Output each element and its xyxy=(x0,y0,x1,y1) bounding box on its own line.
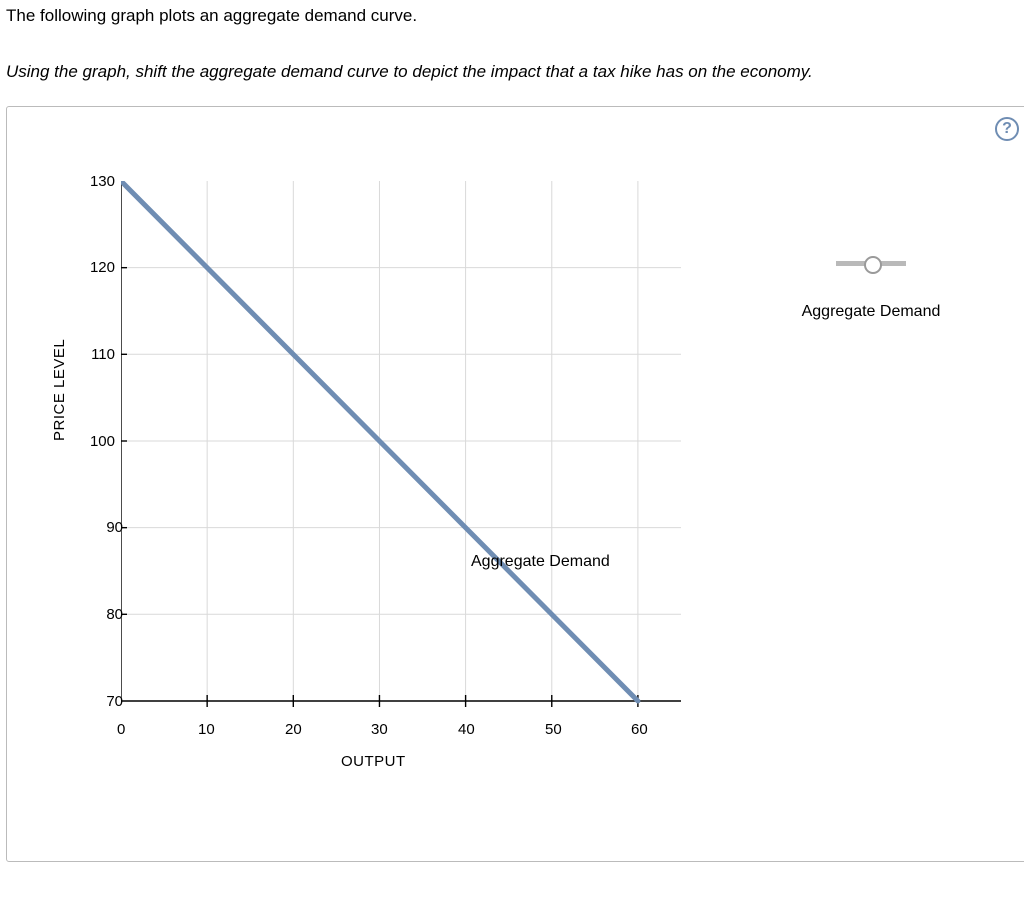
x-tick-0: 0 xyxy=(117,721,125,738)
graph-panel: ? PRICE LEVEL 130 120 110 100 90 80 70 0… xyxy=(6,106,1024,862)
y-axis-label: PRICE LEVEL xyxy=(51,339,68,441)
legend-handle-icon xyxy=(864,256,882,274)
aggregate-demand-tool[interactable] xyxy=(836,256,906,270)
y-tick-110: 110 xyxy=(75,346,115,363)
x-tick-60: 60 xyxy=(631,721,648,738)
y-tick-80: 80 xyxy=(83,606,123,623)
plot-svg[interactable] xyxy=(121,181,701,716)
legend: Aggregate Demand xyxy=(771,256,971,321)
x-tick-40: 40 xyxy=(458,721,475,738)
y-tick-120: 120 xyxy=(75,259,115,276)
y-tick-100: 100 xyxy=(75,433,115,450)
instruction-text: Using the graph, shift the aggregate dem… xyxy=(6,62,1024,82)
y-tick-70: 70 xyxy=(83,693,123,710)
x-tick-10: 10 xyxy=(198,721,215,738)
x-tick-30: 30 xyxy=(371,721,388,738)
series-label-aggregate-demand: Aggregate Demand xyxy=(471,553,610,571)
x-tick-20: 20 xyxy=(285,721,302,738)
x-axis-label: OUTPUT xyxy=(341,753,406,770)
help-button[interactable]: ? xyxy=(995,117,1019,141)
intro-text: The following graph plots an aggregate d… xyxy=(6,6,1024,26)
chart-area: PRICE LEVEL 130 120 110 100 90 80 70 0 1… xyxy=(41,181,1021,821)
y-tick-130: 130 xyxy=(75,173,115,190)
x-tick-50: 50 xyxy=(545,721,562,738)
y-tick-90: 90 xyxy=(83,519,123,536)
legend-label: Aggregate Demand xyxy=(771,303,971,321)
